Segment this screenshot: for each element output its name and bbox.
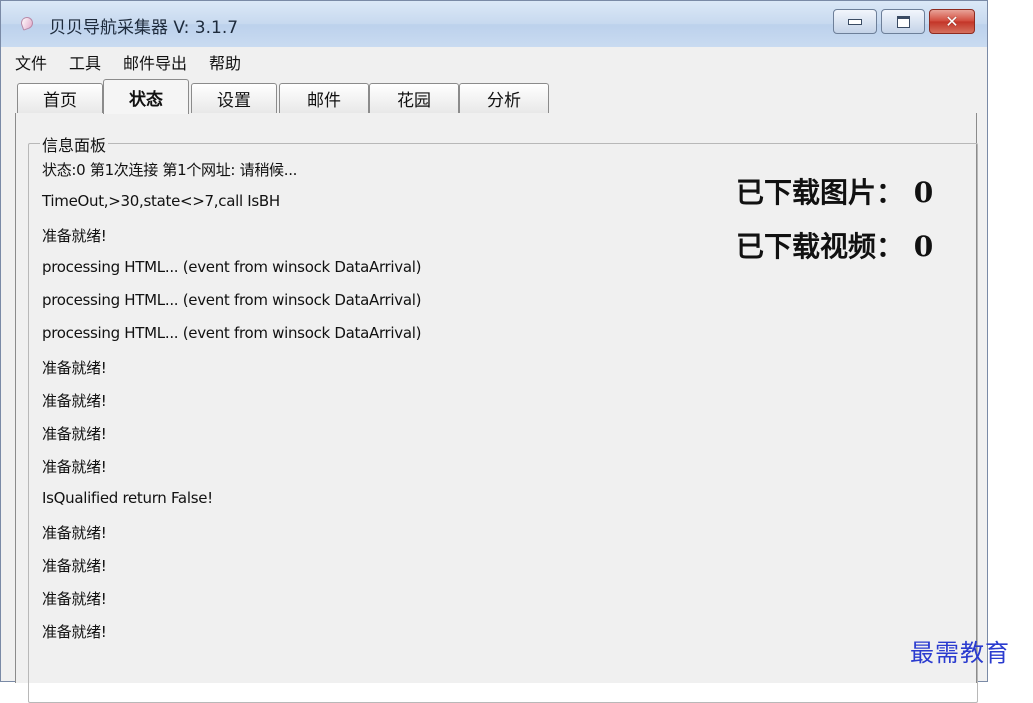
downloaded-images-counter: 已下载图片： 0 xyxy=(736,176,934,209)
log-line: IsQualified return False! xyxy=(42,489,213,507)
log-line: 准备就绪! xyxy=(42,425,107,443)
tab-analysis[interactable]: 分析 xyxy=(459,83,549,113)
app-window: 贝贝导航采集器 V: 3.1.7 ✕ 文件 工具 邮件导出 帮助 首页 状态 设… xyxy=(0,0,988,703)
menu-bar: 文件 工具 邮件导出 帮助 xyxy=(1,47,987,77)
menu-mail-export[interactable]: 邮件导出 xyxy=(123,50,187,74)
minimize-button[interactable] xyxy=(833,9,877,34)
close-icon: ✕ xyxy=(945,11,959,31)
window-title: 贝贝导航采集器 V: 3.1.7 xyxy=(49,18,239,38)
log-line: 准备就绪! xyxy=(42,524,107,542)
title-bar[interactable]: 贝贝导航采集器 V: 3.1.7 ✕ xyxy=(1,1,987,47)
log-line: 准备就绪! xyxy=(42,623,107,641)
log-line: 准备就绪! xyxy=(42,590,107,608)
watermark-text: 最需教育 xyxy=(910,639,1010,667)
log-line: 准备就绪! xyxy=(42,227,107,245)
log-line: 准备就绪! xyxy=(42,557,107,575)
log-list: 状态:0 第1次连接 第1个网址: 请稍候... TimeOut,>30,sta… xyxy=(42,159,642,654)
menu-tools[interactable]: 工具 xyxy=(69,50,101,74)
close-button[interactable]: ✕ xyxy=(929,9,975,34)
tab-status[interactable]: 状态 xyxy=(103,79,189,114)
log-line: 准备就绪! xyxy=(42,458,107,476)
status-panel: 信息面板 状态:0 第1次连接 第1个网址: 请稍候... TimeOut,>3… xyxy=(15,113,978,703)
tab-strip: 首页 状态 设置 邮件 花园 分析 xyxy=(15,79,977,114)
app-logo-icon xyxy=(19,15,35,31)
log-line: processing HTML... (event from winsock D… xyxy=(42,324,422,342)
menu-help[interactable]: 帮助 xyxy=(209,50,241,74)
log-line: 状态:0 第1次连接 第1个网址: 请稍候... xyxy=(42,161,298,179)
downloaded-videos-counter: 已下载视频： 0 xyxy=(736,230,934,263)
log-line: TimeOut,>30,state<>7,call IsBH xyxy=(42,192,280,210)
tab-home[interactable]: 首页 xyxy=(17,83,103,113)
groupbox-title: 信息面板 xyxy=(40,132,109,156)
tab-mail[interactable]: 邮件 xyxy=(279,83,369,113)
log-line: 准备就绪! xyxy=(42,392,107,410)
log-line: processing HTML... (event from winsock D… xyxy=(42,258,422,276)
maximize-icon xyxy=(896,15,910,28)
window-controls: ✕ xyxy=(833,9,975,35)
log-line: 准备就绪! xyxy=(42,359,107,377)
maximize-button[interactable] xyxy=(881,9,925,34)
tab-settings[interactable]: 设置 xyxy=(191,83,277,113)
tab-garden[interactable]: 花园 xyxy=(369,83,459,113)
log-line: processing HTML... (event from winsock D… xyxy=(42,291,422,309)
minimize-icon xyxy=(848,18,862,25)
menu-file[interactable]: 文件 xyxy=(15,50,47,74)
